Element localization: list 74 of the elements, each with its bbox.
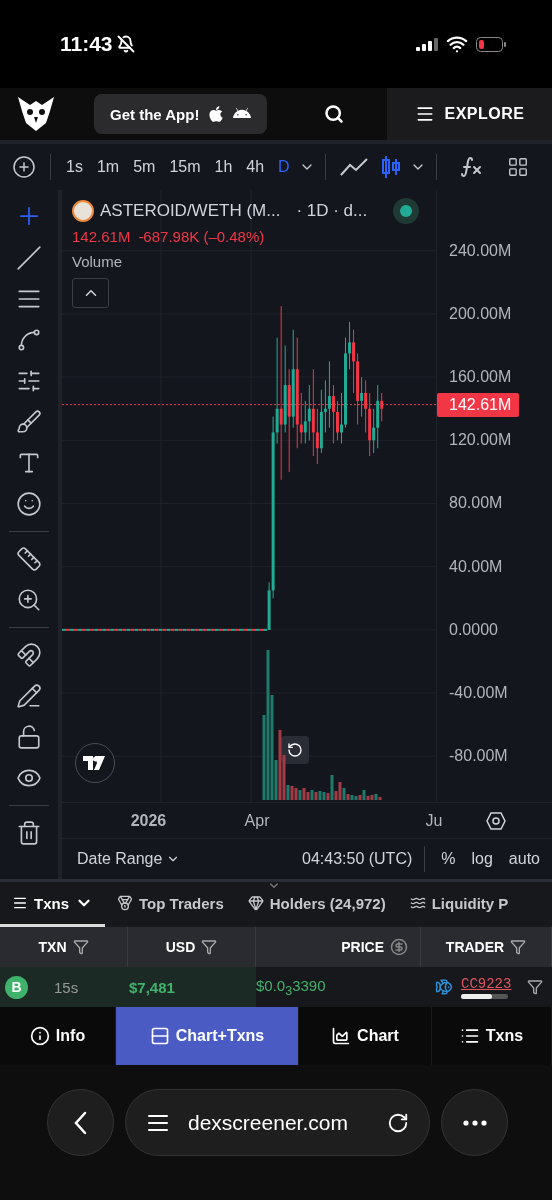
- price-axis-label: 80.00M: [449, 494, 503, 513]
- price-axis-label: -80.00M: [449, 747, 508, 766]
- price-axis-label: 40.00M: [449, 557, 503, 576]
- price-axis-label: 0.0000: [449, 620, 498, 639]
- age-cell: 15s: [54, 978, 79, 996]
- reload-icon[interactable]: [387, 1111, 409, 1134]
- clock-time: 11:43: [60, 32, 113, 56]
- date-range-button[interactable]: Date Range: [77, 850, 181, 868]
- panel-tab[interactable]: Liquidity P: [397, 882, 521, 927]
- signal-icon: [416, 37, 438, 51]
- tab-icon: [331, 1026, 352, 1046]
- interval-info: · 1D · d...: [296, 201, 368, 221]
- explore-button[interactable]: EXPLORE: [387, 88, 552, 140]
- interval-button[interactable]: 1s: [61, 154, 88, 180]
- wifi-icon: [446, 33, 468, 55]
- tab-icon: [149, 1026, 170, 1046]
- buy-badge: B: [5, 975, 28, 999]
- interval-button[interactable]: 1m: [91, 154, 125, 180]
- usd-cell: $7,481: [129, 978, 175, 996]
- more-icon: [462, 1119, 487, 1126]
- get-app-button[interactable]: Get the App!: [94, 94, 268, 134]
- last-price-tag: 142.61M: [437, 392, 520, 417]
- panel-tab[interactable]: Top Traders: [105, 882, 236, 927]
- trader-link[interactable]: CC9223: [461, 975, 512, 992]
- live-status-dot: [393, 198, 420, 224]
- time-axis-label: 2026: [130, 811, 167, 830]
- filter-icon: [72, 939, 89, 955]
- price-axis-label: 240.00M: [449, 241, 512, 260]
- filter-icon[interactable]: [527, 979, 544, 995]
- scale-option-button[interactable]: %: [441, 850, 456, 868]
- scale-option-button[interactable]: log: [471, 850, 493, 868]
- tab-icon: [117, 895, 133, 911]
- utc-clock: 04:43:50 (UTC): [302, 850, 413, 868]
- last-price: 142.61M: [72, 228, 131, 245]
- tab-icon: [459, 1026, 480, 1046]
- time-axis-label: Apr: [244, 811, 270, 830]
- address-bar[interactable]: dexscreener.com: [125, 1089, 430, 1156]
- battery-icon: [476, 36, 506, 52]
- price-cell: $0.0$_{3}$3390: [256, 976, 326, 998]
- tab-icon: [247, 895, 264, 911]
- search-icon[interactable]: [324, 104, 345, 124]
- interval-button[interactable]: 15m: [164, 154, 206, 180]
- tradingview-logo-icon[interactable]: [75, 743, 115, 783]
- bell-muted-icon: [116, 35, 135, 53]
- fish-icon: [435, 978, 453, 996]
- url-text: dexscreener.com: [188, 1110, 349, 1135]
- indicator-label: Volume: [72, 253, 124, 270]
- tab-icon: [29, 1026, 50, 1046]
- interval-button[interactable]: 4h: [241, 154, 270, 180]
- price-change: -687.98K (–0.48%): [138, 228, 265, 245]
- scale-option-button[interactable]: auto: [508, 850, 540, 868]
- time-axis-label: Ju: [425, 811, 443, 830]
- token-avatar: [72, 200, 94, 222]
- owl-logo-icon: [16, 95, 56, 133]
- reset-icon: [287, 742, 303, 758]
- transaction-row[interactable]: B 15s $7,481 $0.0$_{3}$3390 CC9223: [0, 967, 552, 1007]
- interval-button[interactable]: 1h: [209, 154, 238, 180]
- back-icon: [74, 1110, 87, 1135]
- symbol-title[interactable]: ASTEROID/WETH (M...: [100, 201, 281, 221]
- price-axis-label: 120.00M: [449, 431, 512, 450]
- interval-button[interactable]: D: [273, 154, 295, 180]
- price-axis-label: 200.00M: [449, 304, 512, 323]
- dollar-icon: [390, 938, 408, 956]
- tab-icon: [12, 895, 28, 911]
- price-axis-label: -40.00M: [449, 683, 508, 702]
- interval-button[interactable]: 5m: [128, 154, 161, 180]
- price-axis-label: 160.00M: [449, 367, 512, 386]
- view-tab[interactable]: Chart+Txns: [116, 1007, 299, 1065]
- settings-icon[interactable]: [486, 810, 506, 831]
- tab-icon: [409, 895, 426, 911]
- trader-meter: [461, 993, 508, 999]
- filter-icon: [201, 939, 218, 955]
- panel-tab[interactable]: Holders (24,972): [235, 882, 398, 927]
- filter-icon: [510, 939, 527, 955]
